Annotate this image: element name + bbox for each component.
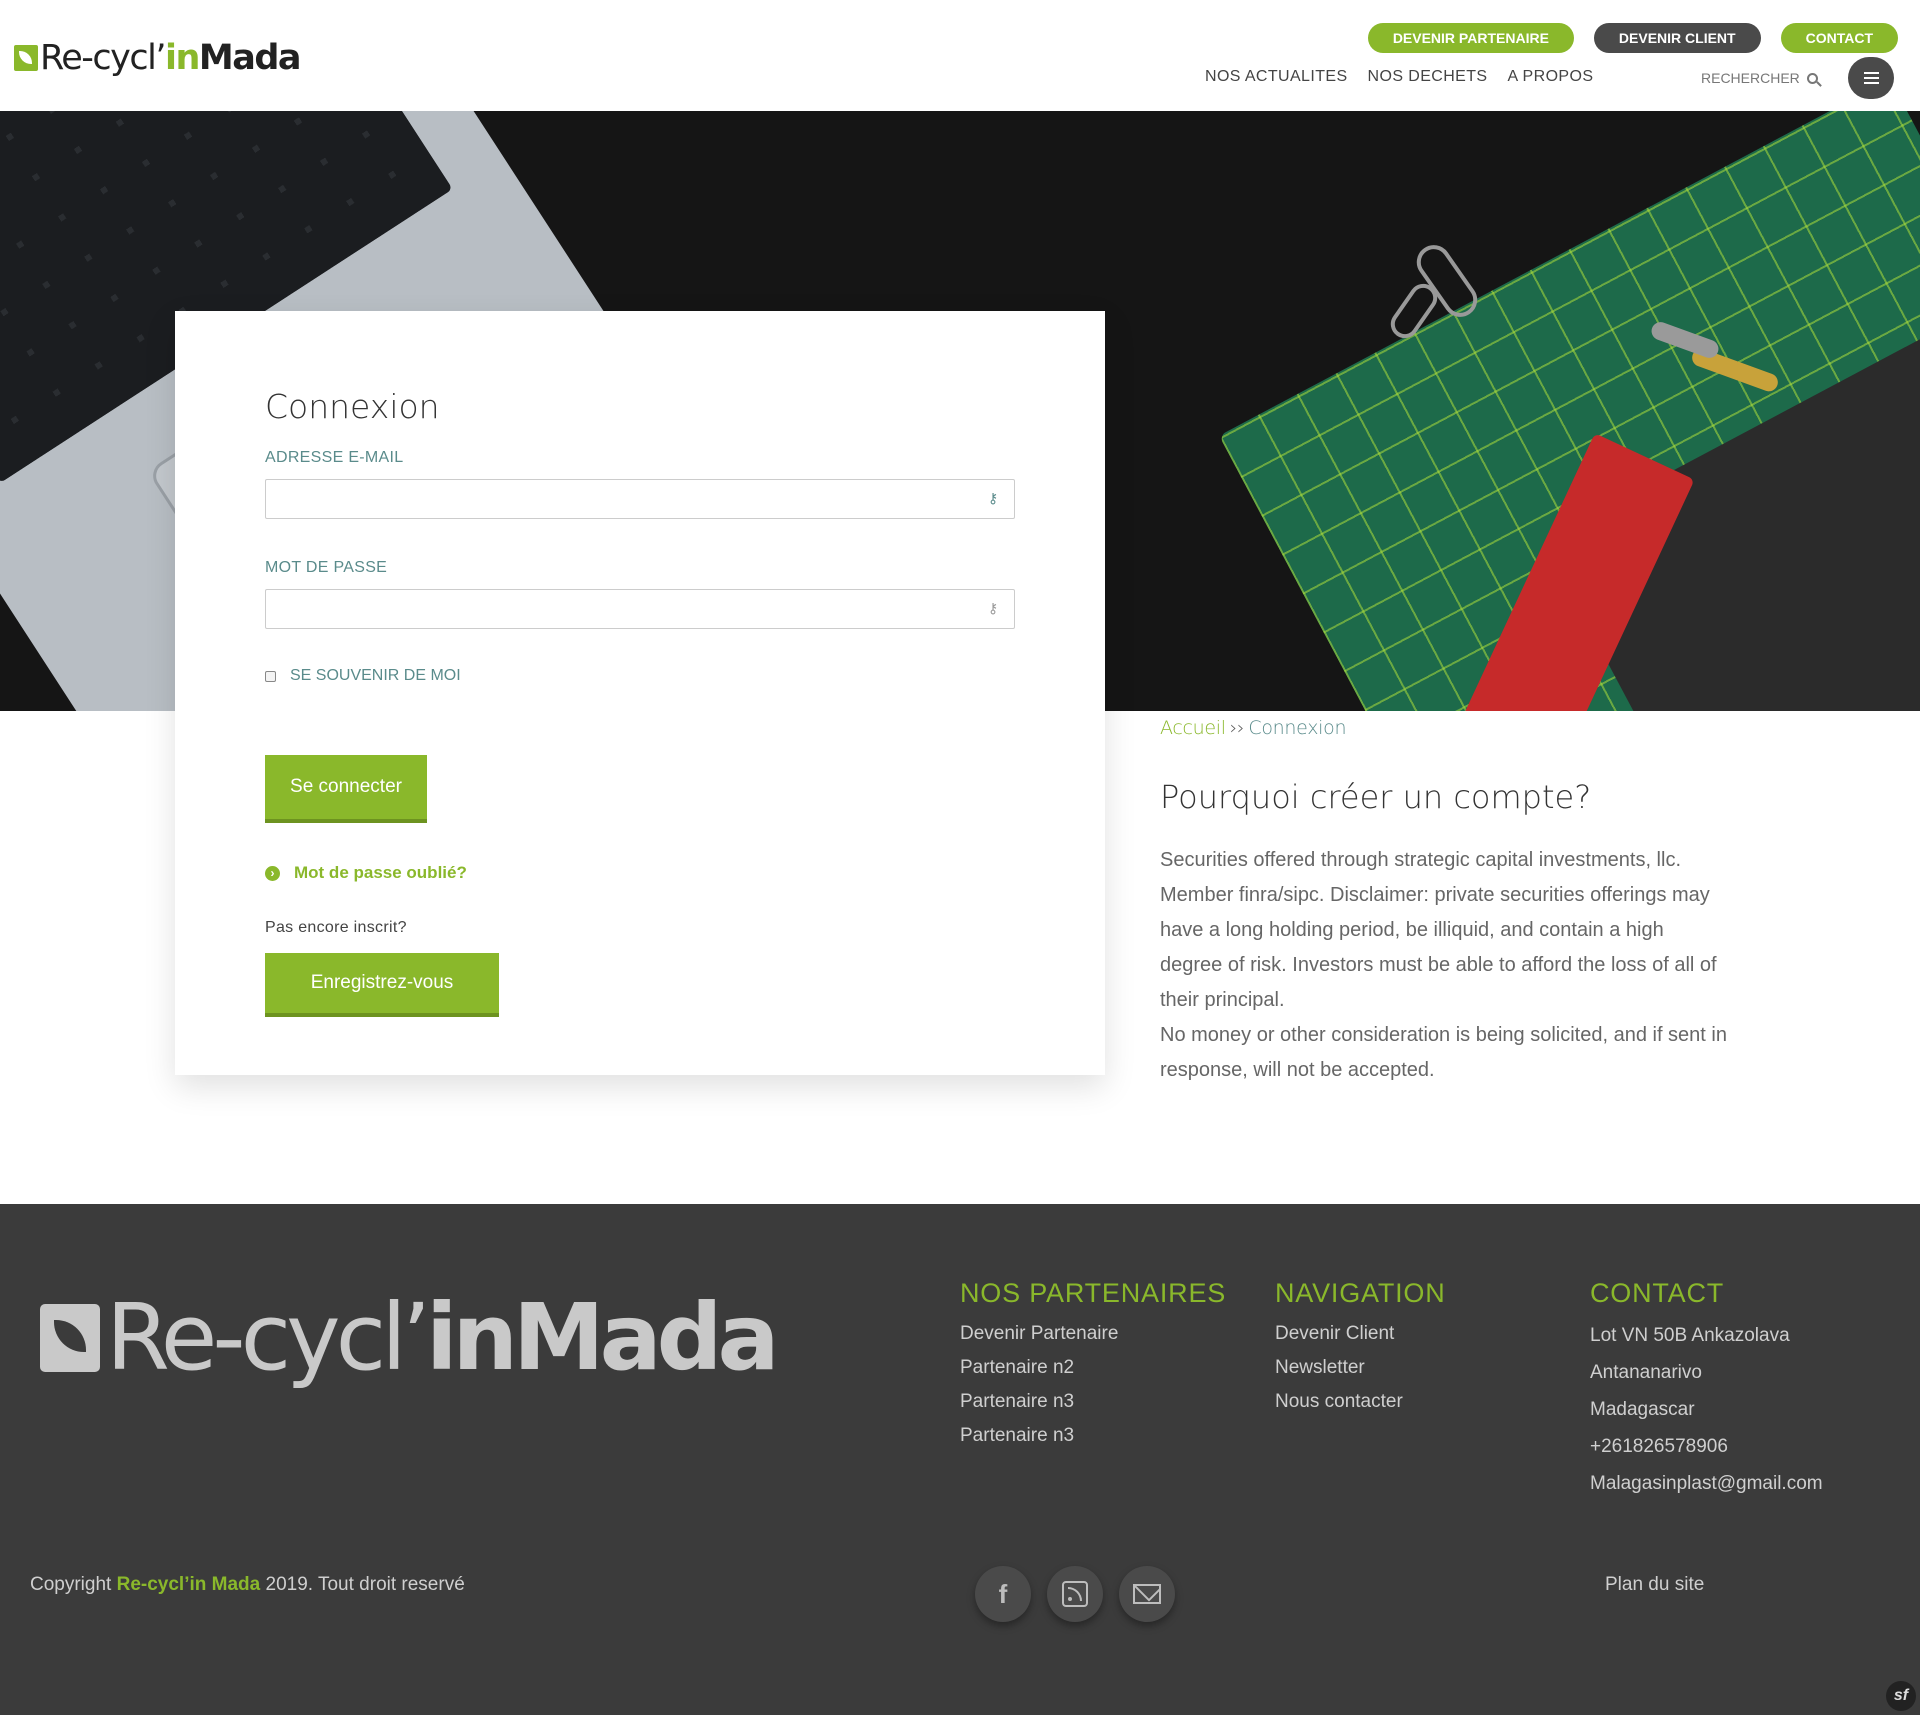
- email-label: ADRESSE E-MAIL: [265, 449, 404, 466]
- forgot-password-label: Mot de passe oublié?: [294, 863, 467, 882]
- footer-link[interactable]: Partenaire n3: [960, 1385, 1226, 1419]
- contact-phone[interactable]: +261826578906: [1590, 1428, 1823, 1465]
- forgot-password-link[interactable]: › Mot de passe oublié?: [265, 863, 467, 883]
- search-label: RECHERCHER: [1701, 70, 1800, 86]
- nav-item-actualites[interactable]: NOS ACTUALITES: [1205, 68, 1348, 86]
- mail-icon: [1133, 1584, 1161, 1604]
- why-account-title: Pourquoi créer un compte?: [1160, 778, 1592, 816]
- social-links: f: [975, 1566, 1175, 1622]
- contact-button[interactable]: CONTACT: [1780, 23, 1898, 53]
- login-card: Connexion ADRESSE E-MAIL ⚷ MOT DE PASSE …: [175, 311, 1105, 1075]
- password-field[interactable]: ⚷: [265, 589, 1015, 629]
- email-field[interactable]: ⚷: [265, 479, 1015, 519]
- arrow-right-icon: ›: [265, 865, 280, 881]
- footer-link[interactable]: Devenir Client: [1275, 1317, 1446, 1351]
- menu-icon: [1863, 72, 1879, 74]
- footer-navigation-title: NAVIGATION: [1275, 1278, 1446, 1308]
- breadcrumb-separator: ››: [1229, 717, 1245, 739]
- top-buttons: DEVENIR PARTENAIRE DEVENIR CLIENT CONTAC…: [1367, 23, 1898, 53]
- contact-address: Lot VN 50B Ankazolava: [1590, 1325, 1790, 1346]
- login-title: Connexion: [265, 387, 440, 426]
- key-icon: ⚷: [988, 490, 999, 506]
- nav-item-dechets[interactable]: NOS DECHETS: [1368, 68, 1488, 86]
- login-button[interactable]: Se connecter: [265, 755, 427, 823]
- footer-link[interactable]: Partenaire n3: [960, 1419, 1226, 1453]
- footer-contact-title: CONTACT: [1590, 1278, 1725, 1308]
- footer-link[interactable]: Nous contacter: [1275, 1385, 1446, 1419]
- footer-link[interactable]: Newsletter: [1275, 1351, 1446, 1385]
- sitemap-link[interactable]: Plan du site: [1605, 1574, 1704, 1596]
- symfony-toolbar-icon[interactable]: sf: [1886, 1681, 1916, 1711]
- contact-email[interactable]: Malagasinplast@gmail.com: [1590, 1465, 1823, 1502]
- site-footer: Re-cycl’ in Mada NOS PARTENAIRES Devenir P…: [0, 1204, 1920, 1715]
- facebook-icon[interactable]: f: [975, 1566, 1031, 1622]
- why-account-text: Securities offered through strategic cap…: [1160, 849, 1727, 1081]
- remember-checkbox[interactable]: [265, 670, 276, 682]
- breadcrumb-home[interactable]: Accueil: [1160, 717, 1226, 739]
- become-client-button[interactable]: DEVENIR CLIENT: [1593, 23, 1761, 53]
- password-label: MOT DE PASSE: [265, 559, 388, 576]
- contact-city: Antananarivo: [1590, 1362, 1702, 1383]
- copyright: Copyright Re-cycl’in Mada 2019. Tout dro…: [30, 1574, 465, 1595]
- not-registered-text: Pas encore inscrit?: [265, 919, 407, 936]
- nav-item-a-propos[interactable]: A PROPOS: [1508, 68, 1594, 86]
- become-partner-button[interactable]: DEVENIR PARTENAIRE: [1367, 23, 1574, 53]
- rss-icon: [1062, 1581, 1088, 1607]
- footer-link[interactable]: Devenir Partenaire: [960, 1317, 1226, 1351]
- key-icon: ⚷: [988, 600, 999, 616]
- rss-button[interactable]: [1047, 1566, 1103, 1622]
- contact-country: Madagascar: [1590, 1399, 1695, 1420]
- leaf-icon: [14, 45, 38, 71]
- footer-partners-title: NOS PARTENAIRES: [960, 1278, 1227, 1308]
- breadcrumb-current: Connexion: [1248, 717, 1347, 739]
- remember-me[interactable]: SE SOUVENIR DE MOI: [265, 667, 461, 685]
- search-toggle[interactable]: RECHERCHER: [1701, 70, 1818, 86]
- search-icon: [1806, 72, 1818, 84]
- footer-logo[interactable]: Re-cycl’ in Mada: [40, 1284, 780, 1391]
- site-logo[interactable]: Re-cycl’ in Mada: [14, 38, 302, 78]
- footer-partners: NOS PARTENAIRES Devenir Partenaire Parte…: [960, 1278, 1226, 1453]
- hamburger-menu-button[interactable]: [1848, 57, 1894, 99]
- site-header: Re-cycl’ in Mada DEVENIR PARTENAIRE DEVENI…: [0, 0, 1920, 111]
- footer-contact: CONTACT Lot VN 50B Ankazolava Antananari…: [1590, 1278, 1823, 1502]
- footer-link[interactable]: Partenaire n2: [960, 1351, 1226, 1385]
- register-button[interactable]: Enregistrez-vous: [265, 953, 499, 1017]
- footer-navigation: NAVIGATION Devenir Client Newsletter Nou…: [1275, 1278, 1446, 1419]
- leaf-icon: [40, 1303, 100, 1372]
- main-nav: NOS ACTUALITES NOS DECHETS A PROPOS: [1205, 68, 1593, 86]
- breadcrumb: Accueil ›› Connexion: [1160, 717, 1346, 739]
- remember-label: SE SOUVENIR DE MOI: [290, 667, 461, 684]
- mail-button[interactable]: [1119, 1566, 1175, 1622]
